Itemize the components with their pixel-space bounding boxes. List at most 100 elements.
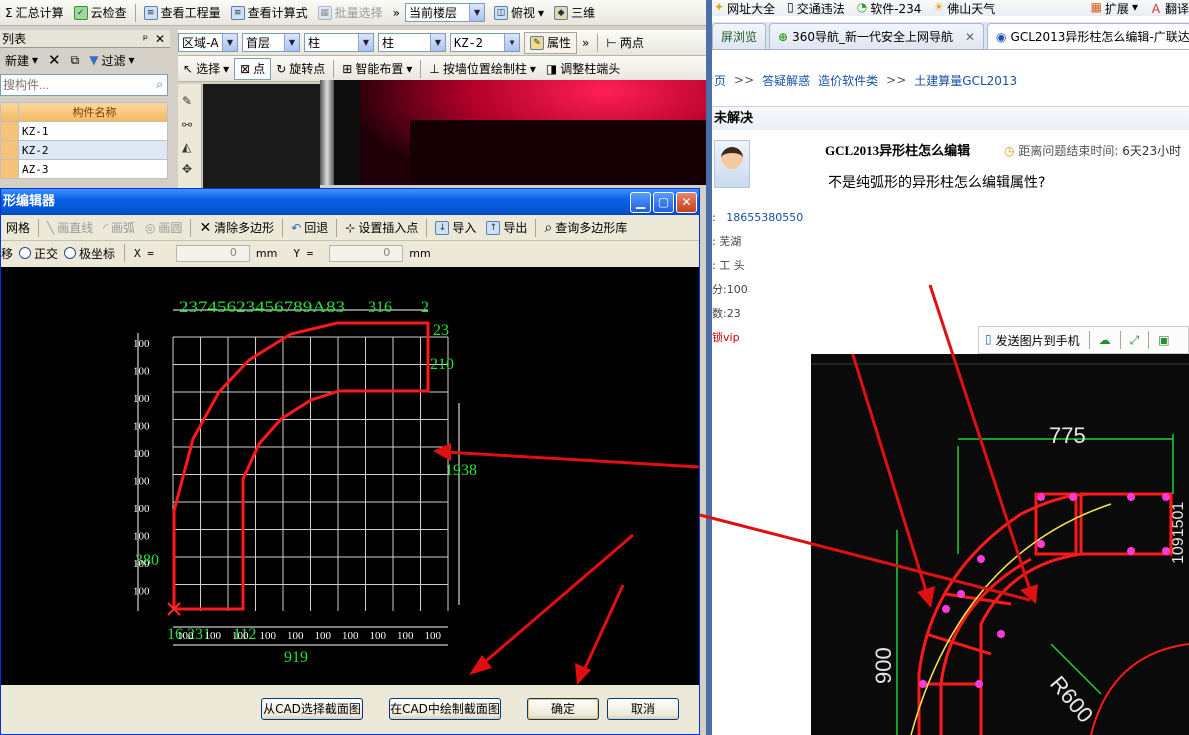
point-button[interactable]: ⊠ 点 bbox=[234, 57, 272, 80]
breadcrumb-qa[interactable]: 答疑解惑 bbox=[762, 72, 810, 89]
draw-arc-button[interactable]: ◜ 画弧 bbox=[98, 217, 140, 239]
two-points-button[interactable]: ⊢ 两点 bbox=[601, 32, 648, 54]
favorite-traffic[interactable]: ▯ 交通违法 bbox=[787, 0, 845, 16]
close-tab-icon[interactable]: ✕ bbox=[965, 30, 975, 44]
summary-button[interactable]: Σ 汇总计算 bbox=[0, 2, 69, 24]
tab-360-nav[interactable]: ⊕ 360导航_新一代安全上网导航 ✕ bbox=[769, 23, 985, 49]
grid-tick-label: 100 bbox=[133, 366, 150, 378]
batch-select-button[interactable]: ▦ 批量选择 bbox=[313, 2, 388, 24]
draw-circle-button[interactable]: ◎ 画圆 bbox=[140, 217, 188, 239]
pen-icon[interactable]: ✎ bbox=[182, 94, 197, 108]
save-icon[interactable]: ▣ bbox=[1158, 333, 1169, 347]
cloud-icon[interactable]: ☁ bbox=[1099, 333, 1111, 347]
view-button[interactable]: ◫ 俯视 ▾ bbox=[489, 2, 549, 24]
x-coordinate-input[interactable]: 0 bbox=[175, 244, 250, 262]
cloud-check-button[interactable]: ✓ 云检查 bbox=[69, 2, 132, 24]
user-info: : 18655380550 : 芜湖 : 工 头 分:100 数:23 锁vip bbox=[712, 211, 804, 344]
element-subtype-select[interactable]: 柱 ▼ bbox=[378, 33, 446, 52]
breadcrumb-cost-software[interactable]: 造价软件类 bbox=[818, 72, 878, 89]
fullscreen-icon[interactable]: ⤢ bbox=[1130, 333, 1140, 348]
ruler-icon: ⊢ bbox=[606, 35, 617, 50]
grid-tick-label: 100 bbox=[370, 630, 387, 642]
clear-icon: ✕ bbox=[199, 219, 212, 236]
drawing-canvas[interactable] bbox=[320, 80, 710, 185]
search-input[interactable] bbox=[1, 75, 141, 95]
pin-icon[interactable]: ᵖ bbox=[143, 30, 148, 48]
clear-polygon-button[interactable]: ✕ 清除多边形 bbox=[194, 217, 279, 239]
star-icon: ✦ bbox=[714, 0, 725, 14]
polygon-outline bbox=[172, 321, 430, 611]
phone-icon: ▯ bbox=[985, 331, 992, 346]
select-from-cad-button[interactable]: 从CAD选择截面图 bbox=[261, 698, 363, 720]
search-icon[interactable]: ⌕ bbox=[156, 77, 163, 92]
new-button[interactable]: 新建 ▾ bbox=[0, 49, 43, 71]
wall-icon: ⊥ bbox=[429, 61, 440, 76]
favorite-software[interactable]: ◔ 软件-234 bbox=[857, 0, 922, 16]
query-library-button[interactable]: ⌕ 查询多边形库 bbox=[539, 217, 632, 239]
grid-button[interactable]: 网格 bbox=[1, 217, 35, 239]
more-chevron-icon[interactable]: » bbox=[577, 32, 594, 54]
view-quantity-button[interactable]: ≡ 查看工程量 bbox=[139, 2, 226, 24]
send-to-phone-button[interactable]: ▯ 发送图片到手机 bbox=[985, 332, 1080, 349]
undo-button[interactable]: ↶ 回退 bbox=[286, 217, 333, 239]
check-icon: ✓ bbox=[73, 5, 88, 20]
dim-label-right-23: 23 bbox=[433, 322, 449, 339]
component-select[interactable]: KZ-2 ▼ bbox=[450, 33, 520, 52]
filter-button[interactable]: ▼ 过滤 ▾ bbox=[84, 49, 139, 71]
floor-select[interactable]: 当前楼层 ▼ bbox=[405, 3, 486, 22]
table-row[interactable]: KZ-1 bbox=[0, 121, 168, 141]
region-select[interactable]: 区域-A ▼ bbox=[178, 33, 238, 52]
user-phone[interactable]: 18655380550 bbox=[726, 211, 803, 224]
component-search-box[interactable]: ⌕ bbox=[0, 74, 168, 96]
element-type-select[interactable]: 柱 ▼ bbox=[304, 33, 374, 52]
view-formula-button[interactable]: ≡ 查看计算式 bbox=[226, 2, 313, 24]
properties-button[interactable]: ✎ 属性 bbox=[524, 31, 578, 54]
floor-level-select[interactable]: 首层 ▼ bbox=[242, 33, 300, 52]
export-button[interactable]: ↑ 导出 bbox=[481, 217, 532, 239]
table-row[interactable]: AZ-3 bbox=[0, 159, 168, 179]
y-coordinate-input[interactable]: 0 bbox=[329, 244, 404, 262]
set-insert-point-button[interactable]: ⊹ 设置插入点 bbox=[340, 217, 423, 239]
adjust-column-end-button[interactable]: ◨ 调整柱端头 bbox=[541, 58, 625, 80]
close-icon[interactable]: ✕ bbox=[155, 30, 165, 48]
import-button[interactable]: ↓ 导入 bbox=[430, 217, 481, 239]
draw-line-button[interactable]: ╲ 画直线 bbox=[42, 217, 98, 239]
tab-gcl-question[interactable]: ◉ GCL2013异形柱怎么编辑-广联达 bbox=[987, 23, 1189, 49]
delete-icon[interactable]: ✕ bbox=[43, 49, 66, 71]
draw-by-wall-button[interactable]: ⊥ 按墙位置绘制柱 ▾ bbox=[424, 58, 541, 80]
cancel-button[interactable]: 取消 bbox=[607, 698, 679, 720]
chevron-down-icon: ▼ bbox=[284, 34, 299, 51]
extend-button[interactable]: ▦ 扩展 ▾ bbox=[1091, 0, 1138, 16]
ortho-radio[interactable]: 正交 bbox=[19, 245, 58, 262]
breadcrumb-gcl[interactable]: 土建算量GCL2013 bbox=[914, 72, 1017, 89]
tab-browse[interactable]: 屏浏览 bbox=[712, 23, 767, 49]
polygon-canvas[interactable]: 23745623456789A83 316 2 23 210 1938 380 … bbox=[1, 267, 699, 685]
avatar[interactable] bbox=[714, 140, 750, 188]
move-icon[interactable]: ✥ bbox=[182, 162, 197, 176]
maximize-button[interactable]: ▢ bbox=[653, 192, 674, 213]
favorite-weather[interactable]: ☀ 佛山天气 bbox=[933, 0, 995, 16]
rotate-point-button[interactable]: ↻ 旋转点 bbox=[271, 58, 330, 80]
import-icon: ↓ bbox=[435, 220, 450, 235]
minimize-button[interactable]: ▁ bbox=[630, 192, 651, 213]
smart-layout-button[interactable]: ⊞ 智能布置 ▾ bbox=[337, 58, 417, 80]
link-icon[interactable]: ⚯ bbox=[182, 118, 197, 132]
translate-button[interactable]: Ａ 翻译 bbox=[1150, 0, 1189, 16]
question-title: GCL2013异形柱怎么编辑 bbox=[825, 143, 971, 158]
close-button[interactable]: ✕ bbox=[676, 192, 697, 213]
polar-radio[interactable]: 极坐标 bbox=[64, 245, 115, 262]
properties-icon: ✎ bbox=[530, 35, 544, 50]
draw-in-cad-button[interactable]: 在CAD中绘制截面图 bbox=[389, 698, 501, 720]
more-chevron-icon[interactable]: » bbox=[388, 2, 405, 24]
grid-tick-label: 100 bbox=[177, 630, 194, 642]
three-d-button[interactable]: ◆ 三维 bbox=[549, 2, 600, 24]
table-row[interactable]: KZ-2 bbox=[0, 140, 168, 160]
favorite-site-nav[interactable]: ✦ 网址大全 bbox=[714, 0, 775, 16]
breadcrumb-home[interactable]: 页 bbox=[714, 72, 726, 89]
copy-icon[interactable]: ⧉ bbox=[66, 49, 85, 71]
site-icon: ◉ bbox=[996, 29, 1007, 44]
cad-reference-image[interactable]: 775 R600 900 1091501 bbox=[811, 354, 1189, 735]
select-button[interactable]: ↖ 选择 ▾ bbox=[178, 58, 234, 80]
mirror-icon[interactable]: ◭ bbox=[182, 140, 197, 154]
ok-button[interactable]: 确定 bbox=[527, 698, 599, 720]
